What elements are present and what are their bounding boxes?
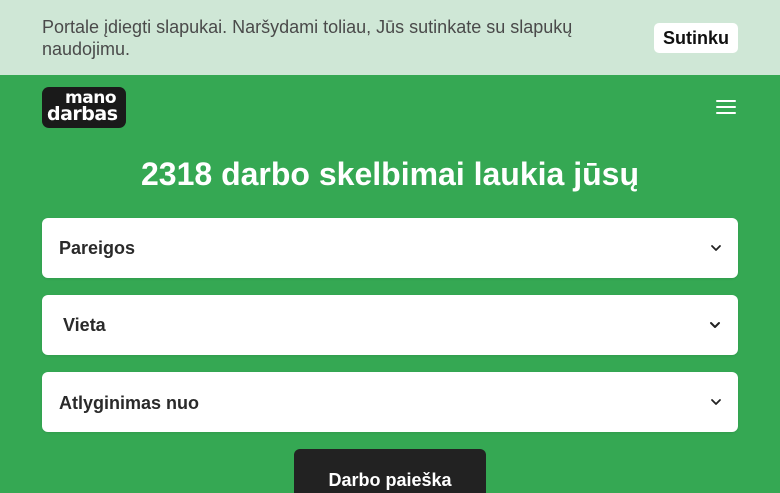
chevron-down-icon [711, 399, 721, 405]
duties-select[interactable]: Pareigos [42, 218, 738, 278]
job-search-button[interactable]: Darbo paieška [294, 449, 486, 493]
menu-line [716, 106, 736, 108]
location-select-label: Vieta [63, 315, 106, 335]
logo-text-bottom: darbas [47, 103, 118, 125]
menu-line [716, 100, 736, 102]
accept-cookies-button[interactable]: Sutinku [654, 23, 738, 53]
hamburger-menu-icon[interactable] [714, 97, 738, 117]
cookie-banner: Portale įdiegti slapukai. Naršydami toli… [0, 0, 780, 75]
menu-line [716, 112, 736, 114]
chevron-down-icon [710, 322, 720, 328]
salary-select-label: Atlyginimas nuo [59, 393, 200, 413]
salary-select[interactable]: Atlyginimas nuo [42, 372, 738, 432]
site-logo[interactable]: mano darbas [42, 87, 126, 128]
page-title: 2318 darbo skelbimai laukia jūsų [141, 156, 639, 192]
chevron-down-icon [711, 245, 721, 251]
cookie-banner-text: Portale įdiegti slapukai. Naršydami toli… [42, 17, 573, 59]
location-select[interactable]: Vieta [42, 295, 738, 355]
duties-select-label: Pareigos [59, 238, 136, 258]
